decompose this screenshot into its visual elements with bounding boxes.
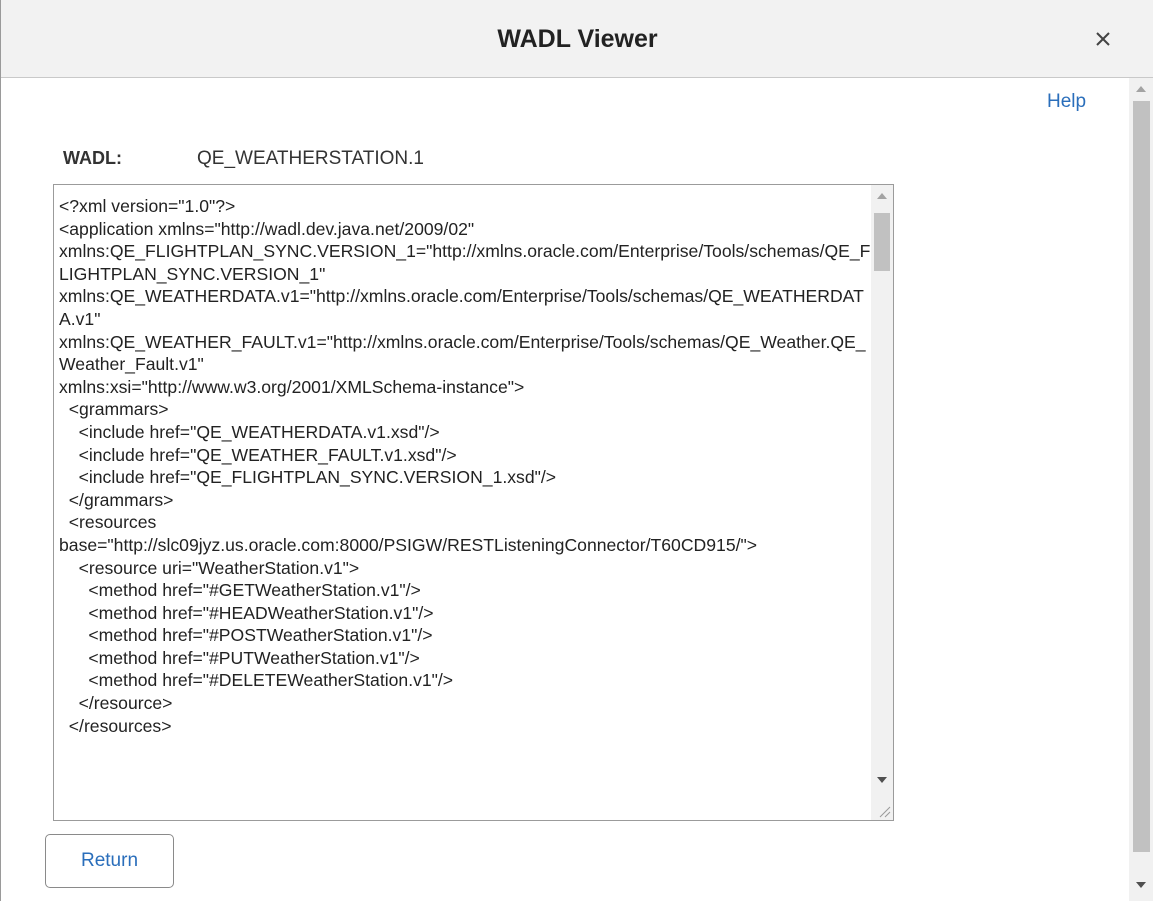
page-scroll-down-arrow-icon[interactable] [1136,882,1146,888]
close-icon [1096,32,1110,46]
textarea-scrollbar[interactable] [871,185,893,820]
close-button[interactable] [1090,26,1116,52]
dialog-scrollbar[interactable] [1129,78,1153,901]
scroll-up-arrow-icon[interactable] [877,193,887,199]
return-button[interactable]: Return [45,834,174,888]
scroll-down-arrow-icon[interactable] [877,777,887,783]
wadl-label: WADL: [63,148,122,168]
dialog-scrollbar-thumb[interactable] [1133,101,1150,852]
help-link[interactable]: Help [1047,91,1086,113]
dialog-content: Help WADL: QE_WEATHERSTATION.1 <?xml ver… [1,78,1129,901]
resize-grip-icon[interactable] [877,804,891,818]
wadl-viewer-dialog: WADL Viewer Help WADL: QE_WEATHERSTATION… [0,0,1153,901]
dialog-title-bar: WADL Viewer [1,0,1153,78]
dialog-title: WADL Viewer [497,25,658,53]
textarea-scrollbar-thumb[interactable] [874,213,890,271]
wadl-content-textarea[interactable]: <?xml version="1.0"?> <application xmlns… [53,184,894,821]
wadl-name-value: QE_WEATHERSTATION.1 [197,148,424,169]
wadl-xml-text[interactable]: <?xml version="1.0"?> <application xmlns… [59,195,871,737]
page-scroll-up-arrow-icon[interactable] [1136,86,1146,92]
